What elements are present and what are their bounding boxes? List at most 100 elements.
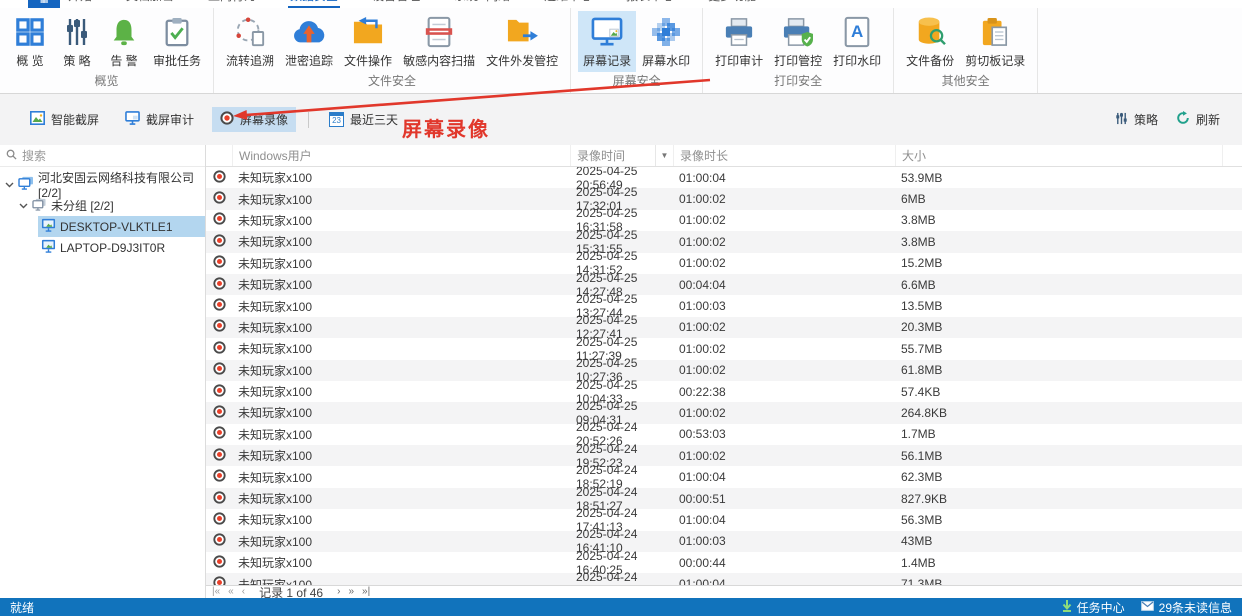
outgoing-control-button[interactable]: 文件外发管控 bbox=[481, 11, 563, 72]
chevron-down-icon[interactable] bbox=[5, 178, 14, 192]
capture-audit-button[interactable]: 截屏审计 bbox=[117, 107, 202, 132]
leak-trace-button[interactable]: 泄密追踪 bbox=[280, 11, 338, 72]
ribbon-spacer bbox=[1038, 8, 1242, 93]
header-windows-user[interactable]: Windows用户 bbox=[232, 145, 570, 166]
cell-record-duration: 00:22:38 bbox=[679, 384, 726, 399]
alert-button[interactable]: 告 警 bbox=[101, 11, 147, 72]
table-row[interactable]: 未知玩家x100 2025-04-25 16:31:58 01:00:02 3.… bbox=[206, 206, 1242, 234]
tree-node-laptop[interactable]: LAPTOP-D9J3IT0R bbox=[38, 237, 205, 258]
cell-windows-user: 未知玩家x100 bbox=[238, 256, 313, 271]
cell-windows-user: 未知玩家x100 bbox=[238, 192, 313, 207]
table-row[interactable]: 未知玩家x100 2025-04-25 11:27:39 01:00:02 55… bbox=[206, 335, 1242, 363]
table-row[interactable]: 未知玩家x100 2025-04-24 15:22:06 01:00:04 71… bbox=[206, 570, 1242, 585]
screen-record-button[interactable]: 屏幕记录 bbox=[578, 11, 637, 72]
sort-dropdown-icon[interactable]: ▼ bbox=[655, 145, 673, 166]
recent-three-days-button[interactable]: 23 最近三天 bbox=[321, 107, 406, 132]
envelope-icon bbox=[1140, 600, 1154, 614]
watermark-mosaic-icon bbox=[648, 15, 684, 49]
flow-trace-button[interactable]: 流转追溯 bbox=[221, 11, 279, 72]
header-record-duration[interactable]: 录像时长 bbox=[673, 145, 895, 166]
table-row[interactable]: 未知玩家x100 2025-04-24 19:52:23 01:00:02 56… bbox=[206, 442, 1242, 470]
record-icon bbox=[212, 362, 226, 378]
search-input[interactable] bbox=[22, 148, 199, 163]
app-menu-button[interactable]: ▦ bbox=[28, 0, 60, 8]
file-backup-button[interactable]: 文件备份 bbox=[901, 11, 959, 72]
task-center-button[interactable]: 任务中心 bbox=[1062, 599, 1125, 616]
table-row[interactable]: 未知玩家x100 2025-04-24 20:52:26 00:53:03 1.… bbox=[206, 420, 1242, 448]
tab-report-center[interactable]: 报表中心 bbox=[624, 0, 676, 8]
chevron-down-icon[interactable] bbox=[19, 199, 28, 213]
cell-size: 43MB bbox=[901, 534, 933, 549]
table-row[interactable]: 未知玩家x100 2025-04-24 17:41:13 01:00:04 56… bbox=[206, 506, 1242, 534]
table-row[interactable]: 未知玩家x100 2025-04-25 17:32:01 01:00:02 6M… bbox=[206, 185, 1242, 213]
next-page-button[interactable]: › bbox=[337, 587, 340, 597]
tree-node-company[interactable]: 河北安固云网络科技有限公司 [2/2] bbox=[0, 171, 205, 200]
refresh-button[interactable]: 刷新 bbox=[1174, 107, 1222, 132]
prev-page-button[interactable]: ‹ bbox=[242, 587, 245, 597]
table-row[interactable]: 未知玩家x100 2025-04-25 15:31:55 01:00:02 3.… bbox=[206, 228, 1242, 256]
table-row[interactable]: 未知玩家x100 2025-04-24 18:51:27 00:00:51 82… bbox=[206, 485, 1242, 513]
print-control-button[interactable]: 打印管控 bbox=[769, 11, 827, 72]
print-watermark-button[interactable]: A 打印水印 bbox=[828, 11, 886, 72]
print-audit-button[interactable]: 打印审计 bbox=[710, 11, 768, 72]
approval-tasks-button[interactable]: 审批任务 bbox=[148, 11, 206, 72]
file-ops-button[interactable]: 文件操作 bbox=[339, 11, 397, 72]
cell-windows-user: 未知玩家x100 bbox=[238, 299, 313, 314]
search-box[interactable] bbox=[0, 145, 205, 167]
sliders-icon bbox=[59, 15, 95, 49]
tab-home[interactable]: 开始 bbox=[66, 0, 94, 8]
table-row[interactable]: 未知玩家x100 2025-04-24 16:40:25 00:00:44 1.… bbox=[206, 549, 1242, 577]
next-fast-button[interactable]: » bbox=[348, 587, 354, 597]
header-size[interactable]: 大小 bbox=[895, 145, 1222, 166]
table-row[interactable]: 未知玩家x100 2025-04-25 14:31:52 01:00:02 15… bbox=[206, 249, 1242, 277]
table-row[interactable]: 未知玩家x100 2025-04-25 12:27:41 01:00:02 20… bbox=[206, 313, 1242, 341]
cell-record-duration: 00:04:04 bbox=[679, 277, 726, 292]
tab-web-behavior[interactable]: 上网行为 bbox=[206, 0, 258, 8]
cell-size: 62.3MB bbox=[901, 470, 943, 485]
tab-doc-encrypt[interactable]: 文档加密 bbox=[124, 0, 176, 8]
policy-right-button[interactable]: 策略 bbox=[1113, 107, 1160, 132]
record-icon bbox=[212, 170, 226, 186]
record-icon bbox=[212, 234, 226, 250]
tab-device-manage[interactable]: 设备管理 bbox=[370, 0, 422, 8]
screen-watermark-button[interactable]: 屏幕水印 bbox=[637, 11, 695, 72]
tree-node-desktop[interactable]: DESKTOP-VLKTLE1 bbox=[38, 216, 205, 237]
group-label-file-security: 文件安全 bbox=[368, 74, 417, 88]
ribbon-group-overview: 概 览 策 略 告 警 审批任务 概览 bbox=[0, 8, 215, 93]
table-row[interactable]: 未知玩家x100 2025-04-25 14:27:48 00:04:04 6.… bbox=[206, 271, 1242, 299]
policy-button[interactable]: 策 略 bbox=[54, 11, 100, 72]
record-icon bbox=[212, 319, 226, 335]
smart-capture-button[interactable]: 智能截屏 bbox=[22, 107, 107, 132]
tab-system-network[interactable]: 系统&网络 bbox=[452, 0, 512, 8]
unread-messages-button[interactable]: 29条未读信息 bbox=[1140, 599, 1232, 616]
cell-windows-user: 未知玩家x100 bbox=[238, 320, 313, 335]
status-ready-label: 就绪 bbox=[10, 600, 35, 615]
last-page-button[interactable]: »| bbox=[362, 587, 370, 597]
tab-more-features[interactable]: 更多功能 bbox=[706, 0, 758, 8]
table-row[interactable]: 未知玩家x100 2025-04-24 16:41:10 01:00:03 43… bbox=[206, 527, 1242, 555]
header-record-time[interactable]: 录像时间 ▼ bbox=[570, 145, 673, 166]
cell-record-duration: 00:00:44 bbox=[679, 555, 726, 570]
device-tree-panel: 河北安固云网络科技有限公司 [2/2] 未分组 [2/2] DESKTOP bbox=[0, 145, 206, 598]
tab-ops-center[interactable]: 运维中心 bbox=[542, 0, 594, 8]
table-row[interactable]: 未知玩家x100 2025-04-25 10:04:33 00:22:38 57… bbox=[206, 378, 1242, 406]
tab-data-security[interactable]: 数据安全 bbox=[288, 0, 341, 8]
clipboard-record-button[interactable]: 剪切板记录 bbox=[960, 11, 1030, 72]
cell-record-duration: 01:00:02 bbox=[679, 320, 726, 335]
table-row[interactable]: 未知玩家x100 2025-04-25 10:27:36 01:00:02 61… bbox=[206, 356, 1242, 384]
policy-sliders-icon bbox=[1115, 112, 1128, 128]
table-row[interactable]: 未知玩家x100 2025-04-25 20:56:49 01:00:04 53… bbox=[206, 167, 1242, 192]
prev-fast-button[interactable]: « bbox=[228, 587, 234, 597]
folder-return-icon bbox=[350, 15, 386, 49]
table-row[interactable]: 未知玩家x100 2025-04-25 09:04:31 01:00:02 26… bbox=[206, 399, 1242, 427]
table-row[interactable]: 未知玩家x100 2025-04-24 18:52:19 01:00:04 62… bbox=[206, 463, 1242, 491]
sensitive-scan-button[interactable]: 敏感内容扫描 bbox=[398, 11, 480, 72]
first-page-button[interactable]: |« bbox=[212, 587, 220, 597]
app-window: ▦ 开始 文档加密 上网行为 数据安全 设备管理 系统&网络 运维中心 报表中心… bbox=[0, 0, 1242, 616]
screen-recording-tab[interactable]: 屏幕录像 bbox=[212, 107, 297, 132]
table-row[interactable]: 未知玩家x100 2025-04-25 13:27:44 01:00:03 13… bbox=[206, 292, 1242, 320]
main-content: 河北安固云网络科技有限公司 [2/2] 未分组 [2/2] DESKTOP bbox=[0, 145, 1242, 600]
cell-size: 3.8MB bbox=[901, 213, 936, 228]
cell-windows-user: 未知玩家x100 bbox=[238, 363, 313, 378]
overview-button[interactable]: 概 览 bbox=[7, 11, 53, 72]
